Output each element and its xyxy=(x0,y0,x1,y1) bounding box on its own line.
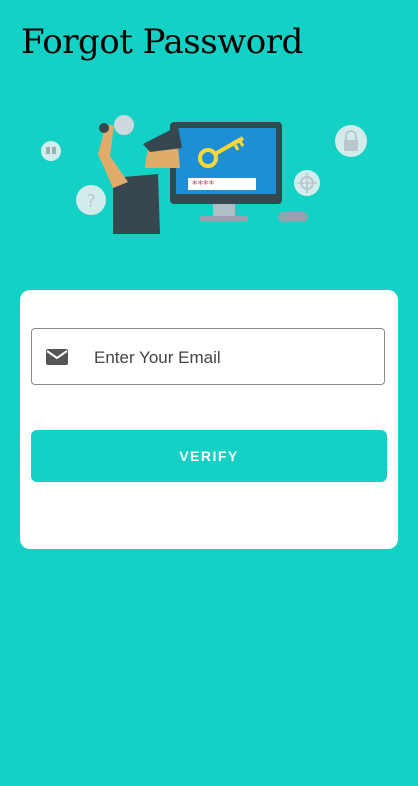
svg-text:?: ? xyxy=(86,191,96,212)
forgot-password-card: VERIFY xyxy=(20,290,398,549)
person-illustration xyxy=(98,115,182,234)
monitor-icon: **** xyxy=(170,122,282,222)
password-mask: **** xyxy=(192,178,215,191)
question-icon: ? xyxy=(76,185,106,215)
target-icon xyxy=(294,170,320,196)
chat-icon xyxy=(41,141,61,161)
page-title: Forgot Password xyxy=(21,22,303,62)
email-input[interactable] xyxy=(92,329,376,386)
lock-icon xyxy=(335,125,367,157)
verify-button[interactable]: VERIFY xyxy=(31,430,387,482)
forgot-password-illustration: ? **** xyxy=(41,115,367,234)
mail-icon xyxy=(46,349,68,365)
mouse-icon xyxy=(278,212,308,222)
email-field[interactable] xyxy=(31,328,385,386)
